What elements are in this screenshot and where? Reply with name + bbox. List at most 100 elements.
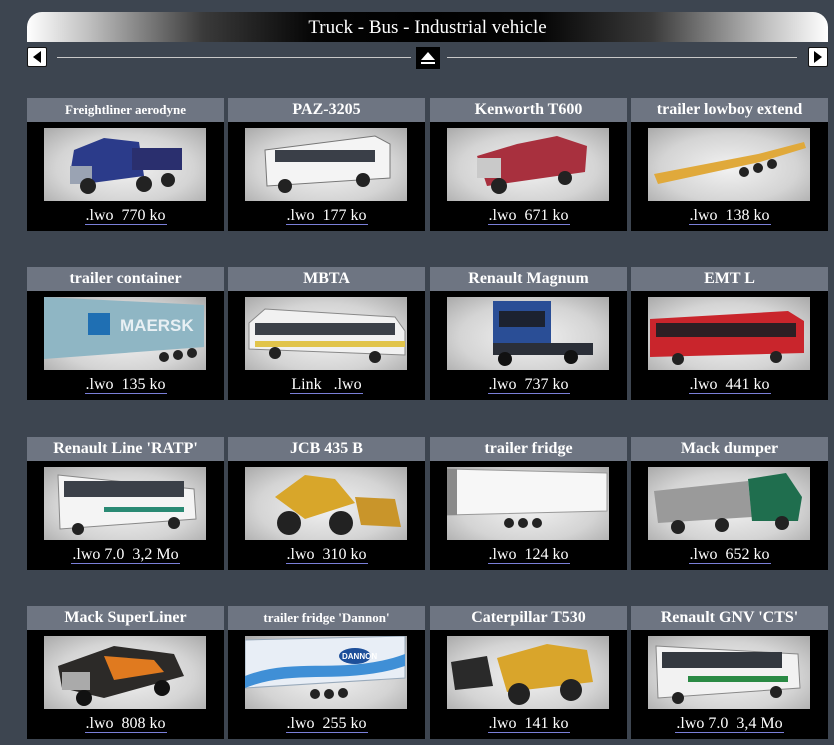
scroll-top-button[interactable] [416, 47, 440, 69]
vehicle-card: JCB 435 B .lwo 310 ko [228, 437, 425, 570]
vehicle-card: trailer fridge 'Dannon' DANNON .lwo 255 … [228, 606, 425, 739]
vehicle-card: EMT L .lwo 441 ko [631, 267, 828, 400]
card-title: Renault Line 'RATP' [27, 437, 224, 461]
card-title: trailer container [27, 267, 224, 291]
card-title: trailer fridge [430, 437, 627, 461]
download-link[interactable]: .lwo 737 ko [430, 376, 627, 394]
download-link[interactable]: Link .lwo [228, 376, 425, 394]
download-link[interactable]: .lwo 141 ko [430, 715, 627, 733]
eject-up-icon [421, 52, 435, 64]
vehicle-thumbnail[interactable] [44, 467, 206, 540]
vehicle-thumbnail[interactable] [44, 636, 206, 709]
truck-red-icon [477, 136, 587, 194]
card-title: EMT L [631, 267, 828, 291]
card-title: Kenworth T600 [430, 98, 627, 122]
card-title: Mack dumper [631, 437, 828, 461]
vehicle-thumbnail[interactable]: MAERSK [44, 297, 206, 370]
vehicle-card: Renault Magnum .lwo 737 ko [430, 267, 627, 400]
trailer-container-icon: MAERSK [44, 297, 204, 362]
card-body: .lwo 671 ko [430, 122, 627, 231]
vehicle-card: trailer fridge .lwo 124 ko [430, 437, 627, 570]
download-link[interactable]: .lwo 310 ko [228, 546, 425, 564]
vehicle-thumbnail[interactable] [648, 128, 810, 201]
card-title: trailer lowboy extend [631, 98, 828, 122]
card-body: .lwo 808 ko [27, 630, 224, 739]
card-body: DANNON .lwo 255 ko [228, 630, 425, 739]
dump-truck-icon [654, 473, 802, 534]
trailer-dannon-icon: DANNON [245, 636, 406, 699]
card-body: .lwo 7.0 3,2 Mo [27, 461, 224, 570]
vehicle-thumbnail[interactable]: DANNON [245, 636, 407, 709]
card-title: Mack SuperLiner [27, 606, 224, 630]
wheel-loader-icon [275, 475, 401, 535]
arrow-left-icon [33, 51, 41, 63]
vehicle-card: Mack dumper .lwo 652 ko [631, 437, 828, 570]
vehicle-card: Kenworth T600 .lwo 671 ko [430, 98, 627, 231]
vehicle-card: trailer container MAERSK .lwo 135 ko [27, 267, 224, 400]
vehicle-thumbnail[interactable] [44, 128, 206, 201]
card-body: .lwo 177 ko [228, 122, 425, 231]
vehicle-thumbnail[interactable] [447, 467, 609, 540]
bus-ratp-icon [57, 474, 197, 535]
download-link[interactable]: .lwo 671 ko [430, 207, 627, 225]
download-link[interactable]: .lwo 7.0 3,2 Mo [27, 546, 224, 564]
download-link[interactable]: .lwo 255 ko [228, 715, 425, 733]
vehicle-thumbnail[interactable] [648, 297, 810, 370]
card-title: Renault Magnum [430, 267, 627, 291]
card-title: Caterpillar T530 [430, 606, 627, 630]
wheel-loader-icon [451, 644, 593, 705]
arrow-right-icon [814, 51, 822, 63]
card-body: .lwo 124 ko [430, 461, 627, 570]
download-link[interactable]: .lwo 177 ko [228, 207, 425, 225]
card-body: .lwo 737 ko [430, 291, 627, 400]
card-body: .lwo 7.0 3,4 Mo [631, 630, 828, 739]
vehicle-thumbnail[interactable] [648, 467, 810, 540]
card-body: .lwo 138 ko [631, 122, 828, 231]
gallery-nav [27, 47, 828, 69]
vehicle-card: Caterpillar T530 .lwo 141 ko [430, 606, 627, 739]
vehicle-thumbnail[interactable] [447, 128, 609, 201]
trailer-fridge-icon [447, 468, 608, 528]
download-link[interactable]: .lwo 135 ko [27, 376, 224, 394]
vehicle-thumbnail[interactable] [447, 297, 609, 370]
vehicle-card: MBTA Link .lwo [228, 267, 425, 400]
download-link[interactable]: .lwo 138 ko [631, 207, 828, 225]
nav-divider-left [57, 57, 411, 58]
vehicle-card: PAZ-3205 .lwo 177 ko [228, 98, 425, 231]
vehicle-card: trailer lowboy extend .lwo 138 ko [631, 98, 828, 231]
card-title: trailer fridge 'Dannon' [228, 606, 425, 630]
download-link[interactable]: .lwo 124 ko [430, 546, 627, 564]
card-title: MBTA [228, 267, 425, 291]
card-title: JCB 435 B [228, 437, 425, 461]
prev-page-button[interactable] [27, 47, 47, 67]
download-link[interactable]: .lwo 441 ko [631, 376, 828, 394]
card-title: Freightliner aerodyne [27, 98, 224, 122]
vehicle-card: Freightliner aerodyne .lwo 770 ko [27, 98, 224, 231]
card-body: MAERSK .lwo 135 ko [27, 291, 224, 400]
maersk-logo: MAERSK [120, 316, 194, 335]
vehicle-thumbnail[interactable] [447, 636, 609, 709]
vehicle-card: Renault GNV 'CTS' .lwo 7.0 3,4 Mo [631, 606, 828, 739]
card-body: .lwo 310 ko [228, 461, 425, 570]
download-link[interactable]: .lwo 770 ko [27, 207, 224, 225]
section-title: Truck - Bus - Industrial vehicle [27, 12, 828, 42]
card-body: .lwo 441 ko [631, 291, 828, 400]
truck-magnum-icon [493, 301, 593, 366]
bus-red-icon [650, 311, 804, 365]
vehicle-card: Mack SuperLiner .lwo 808 ko [27, 606, 224, 739]
download-link[interactable]: .lwo 7.0 3,4 Mo [631, 715, 828, 733]
dannon-logo: DANNON [342, 652, 377, 661]
card-title: Renault GNV 'CTS' [631, 606, 828, 630]
vehicle-card: Renault Line 'RATP' .lwo 7.0 3,2 Mo [27, 437, 224, 570]
nav-divider-right [447, 57, 797, 58]
download-link[interactable]: .lwo 652 ko [631, 546, 828, 564]
vehicle-thumbnail[interactable] [245, 128, 407, 201]
vehicle-thumbnail[interactable] [245, 297, 407, 370]
download-link[interactable]: .lwo 808 ko [27, 715, 224, 733]
vehicle-thumbnail[interactable] [245, 467, 407, 540]
next-page-button[interactable] [808, 47, 828, 67]
truck-blue-icon [70, 138, 182, 194]
card-title: PAZ-3205 [228, 98, 425, 122]
vehicle-thumbnail[interactable] [648, 636, 810, 709]
card-body: Link .lwo [228, 291, 425, 400]
